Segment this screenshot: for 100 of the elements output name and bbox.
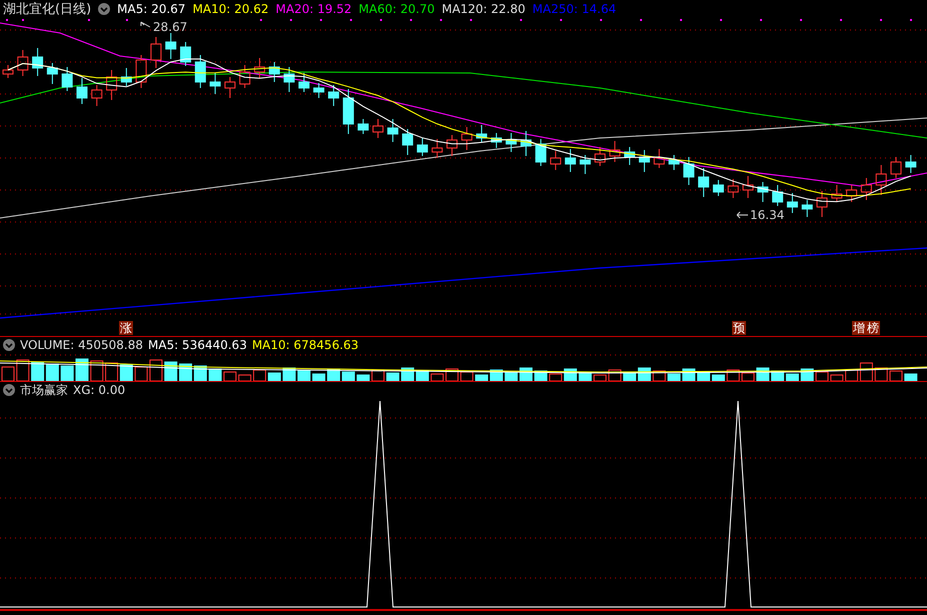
candlestick [831,184,842,202]
volume-bar [668,374,680,381]
volume-bar [386,372,400,381]
candlestick [564,148,576,172]
candlestick [506,132,517,152]
candlestick [268,62,280,82]
candlestick [772,184,784,206]
volume-bar [298,370,310,381]
volume-bar [60,366,74,381]
candlestick [846,184,858,202]
candlestick [654,148,665,168]
volume-bar [224,372,236,381]
candlestick [609,140,620,162]
candlestick [816,190,828,218]
candlestick [180,42,192,66]
candlestick [358,118,369,134]
candlestick [120,68,132,86]
volume-bar [726,370,740,381]
dropdown-icon[interactable] [98,3,110,15]
volume-bar [312,374,326,381]
candlestick [62,66,73,92]
volume-bar [608,370,622,381]
moving-average-label: MA120: 22.80 [442,2,526,16]
candlestick [313,82,324,98]
volume-bar [890,370,902,381]
candlestick [461,126,472,150]
candlestick [890,156,902,178]
signal-marker: 涨 [119,321,133,335]
volume-bar [150,360,162,381]
volume-bar [652,370,666,381]
volume-bar [874,368,888,381]
volume-bar [904,374,918,381]
volume-bar [460,372,474,381]
volume-bar [164,362,178,381]
candlestick [402,128,414,156]
moving-average-label: MA20: 19.52 [276,2,352,16]
candlestick [432,138,443,158]
volume-bar [105,362,118,381]
volume-bar [416,370,429,381]
volume-bar [372,370,384,381]
indicator-reading: XG: 0.00 [73,383,126,397]
candlestick [284,66,295,92]
volume-bar [356,374,370,381]
signal-marker: 榜 [866,321,880,335]
volume-bar [208,368,222,381]
candlestick [17,50,28,76]
candlestick [446,134,458,156]
candlestick [46,62,58,84]
volume-bar [268,372,281,381]
candlestick [580,154,591,174]
candlestick [239,64,250,88]
signal-marker: 增 [852,321,866,335]
moving-average-label: MA60: 20.70 [358,2,435,16]
candlestick [742,176,754,198]
candlestick [298,72,310,92]
dropdown-icon[interactable] [3,384,15,396]
candlestick [624,146,636,166]
candlestick [905,154,916,174]
candlestick [594,146,606,166]
candlestick [91,84,102,106]
candlestick [490,132,502,148]
candlestick [76,78,88,104]
moving-average-label: MA10: 20.62 [192,2,269,16]
pointer-arrow-icon [140,22,150,28]
volume-bar [238,374,252,381]
volume-bar [76,358,88,381]
volume-bar [430,374,444,381]
candlestick [476,124,488,142]
candlestick [876,164,887,196]
pointer-arrow-icon [736,212,748,218]
signal-marker: 预 [732,321,746,335]
candlestick [728,178,739,198]
volume-bar [90,360,104,381]
volume-bar [134,366,148,381]
candlestick [165,32,176,60]
candlestick [638,150,650,172]
volume-bar [342,372,355,381]
volume-bar [504,372,518,381]
volume-bar [742,372,754,381]
low-price-label: 16.34 [750,208,784,222]
volume-label: VOLUME: 450508.88 [20,338,143,352]
candlestick [136,54,147,88]
volume-bar [594,374,606,381]
moving-average-label: MA250: 14.64 [532,2,616,16]
candlestick [210,72,221,94]
volume-bar [120,364,133,381]
indicator-title: 市场赢家 [20,382,68,398]
candlestick [372,118,384,138]
volume-label: MA10: 678456.63 [252,338,359,352]
volume-bar [31,362,44,381]
moving-average-label: MA5: 20.67 [117,2,186,16]
candlestick [786,192,798,214]
dropdown-icon[interactable] [3,339,15,351]
volume-bar [816,372,828,381]
candlestick [328,84,340,106]
candlestick [698,168,710,198]
candlestick [683,156,694,186]
candlestick [520,130,532,156]
candlestick [535,138,546,166]
candlestick [150,36,162,68]
